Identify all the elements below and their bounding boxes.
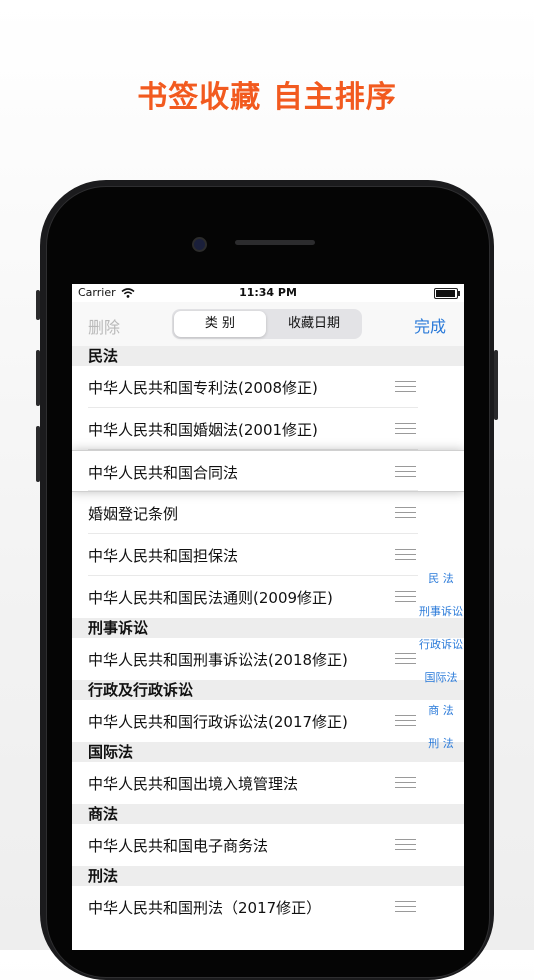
promo-headline: 书签收藏 自主排序 xyxy=(137,80,397,115)
section-index-item[interactable]: 刑 法 xyxy=(418,727,464,760)
section-index-bar: 民 法刑事诉讼 行政诉讼 国际法商 法刑 法 xyxy=(418,562,464,760)
section-index-item[interactable]: 商 法 xyxy=(418,694,464,727)
reorder-handle-icon[interactable] xyxy=(395,591,416,602)
navigation-bar: 删除 类 别 收藏日期 完成 xyxy=(72,302,464,347)
bookmark-row[interactable]: 婚姻登记条例 xyxy=(72,492,464,534)
section-header: 民法 xyxy=(72,346,464,366)
section-header: 刑法 xyxy=(72,866,464,886)
bookmark-title: 中华人民共和国行政诉讼法(2017修正) xyxy=(88,713,348,731)
bookmark-row[interactable]: 中华人民共和国专利法(2008修正) xyxy=(72,366,464,408)
row-divider xyxy=(88,490,418,491)
bookmark-title: 中华人民共和国刑法（2017修正） xyxy=(88,899,322,917)
bookmark-row[interactable]: 中华人民共和国民法通则(2009修正) xyxy=(72,576,464,618)
bookmark-title: 婚姻登记条例 xyxy=(88,505,179,523)
reorder-handle-icon[interactable] xyxy=(395,466,416,477)
section-header: 国际法 xyxy=(72,742,464,762)
bookmark-row[interactable]: 中华人民共和国担保法 xyxy=(72,534,464,576)
bookmark-title: 中华人民共和国专利法(2008修正) xyxy=(88,379,318,397)
section-index-item[interactable]: 国际法 xyxy=(418,661,464,694)
status-bar: Carrier 11:34 PM xyxy=(72,284,464,302)
section-index-item[interactable]: 刑事诉讼 xyxy=(418,595,464,628)
delete-button[interactable]: 删除 xyxy=(88,314,120,338)
volume-down-button xyxy=(36,426,40,482)
reorder-handle-icon[interactable] xyxy=(395,423,416,434)
bookmark-row[interactable]: 中华人民共和国合同法 xyxy=(72,450,464,492)
bookmark-title: 中华人民共和国刑事诉讼法(2018修正) xyxy=(88,651,348,669)
sort-segmented-control: 类 别 收藏日期 xyxy=(172,309,362,339)
app-screen: Carrier 11:34 PM 删除 类 别 收藏日期 完成 民法中华人民共和… xyxy=(72,284,464,950)
bookmark-list: 民法中华人民共和国专利法(2008修正) 中华人民共和国婚姻法(2001修正) 中华… xyxy=(72,346,464,950)
reorder-handle-icon[interactable] xyxy=(395,839,416,850)
reorder-handle-icon[interactable] xyxy=(395,777,416,788)
reorder-handle-icon[interactable] xyxy=(395,715,416,726)
bookmark-row[interactable]: 中华人民共和国刑事诉讼法(2018修正) xyxy=(72,638,464,680)
reorder-handle-icon[interactable] xyxy=(395,549,416,560)
section-header: 商法 xyxy=(72,804,464,824)
reorder-handle-icon[interactable] xyxy=(395,381,416,392)
done-button[interactable]: 完成 xyxy=(414,313,446,337)
section-index-item[interactable]: 民 法 xyxy=(418,562,464,595)
mute-switch xyxy=(36,290,40,320)
bookmark-title: 中华人民共和国民法通则(2009修正) xyxy=(88,589,333,607)
reorder-handle-icon[interactable] xyxy=(395,901,416,912)
bookmark-row[interactable]: 中华人民共和国出境入境管理法 xyxy=(72,762,464,804)
section-index-item[interactable]: 行政诉讼 xyxy=(418,628,464,661)
reorder-handle-icon[interactable] xyxy=(395,507,416,518)
segment-bookmark-date[interactable]: 收藏日期 xyxy=(268,311,360,337)
earpiece-speaker xyxy=(235,240,315,245)
bookmark-title: 中华人民共和国合同法 xyxy=(88,464,239,482)
bookmark-row[interactable]: 中华人民共和国刑法（2017修正） xyxy=(72,886,464,928)
bookmark-row[interactable]: 中华人民共和国行政诉讼法(2017修正) xyxy=(72,700,464,742)
volume-up-button xyxy=(36,350,40,406)
bookmark-title: 中华人民共和国电子商务法 xyxy=(88,837,269,855)
bookmark-title: 中华人民共和国出境入境管理法 xyxy=(88,775,299,793)
section-header: 行政及行政诉讼 xyxy=(72,680,464,700)
bookmark-title: 中华人民共和国婚姻法(2001修正) xyxy=(88,421,318,439)
reorder-handle-icon[interactable] xyxy=(395,653,416,664)
status-time: 11:34 PM xyxy=(239,286,297,299)
front-camera xyxy=(192,237,207,252)
segment-category[interactable]: 类 别 xyxy=(174,311,266,337)
battery-icon xyxy=(434,288,460,299)
bookmark-row[interactable]: 中华人民共和国婚姻法(2001修正) xyxy=(72,408,464,450)
bookmark-title: 中华人民共和国担保法 xyxy=(88,547,239,565)
section-header: 刑事诉讼 xyxy=(72,618,464,638)
power-button xyxy=(494,350,498,420)
bookmark-row[interactable]: 中华人民共和国电子商务法 xyxy=(72,824,464,866)
